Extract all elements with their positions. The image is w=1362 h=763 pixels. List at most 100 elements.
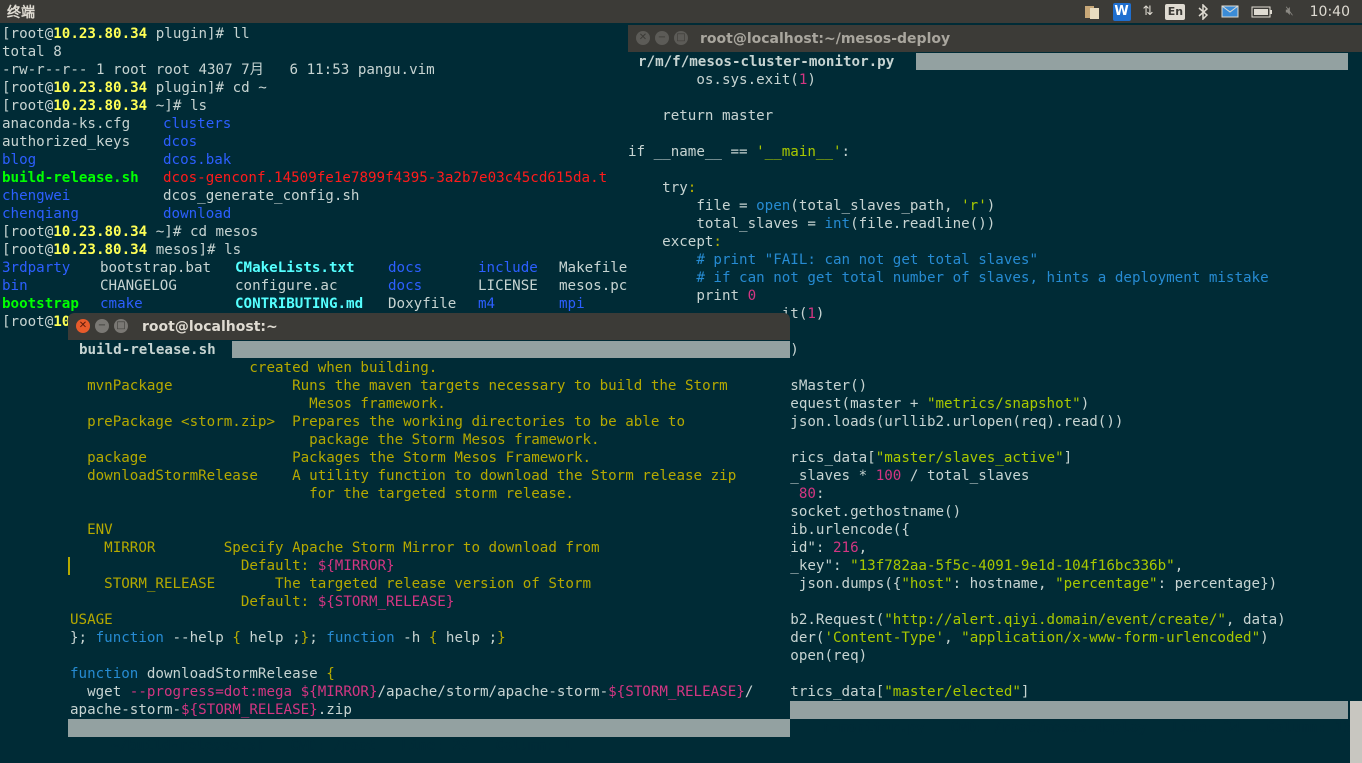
bluetooth-icon[interactable] (1197, 3, 1209, 20)
prompt: plugin]# (147, 80, 233, 96)
file-entry: CHANGELOG (100, 278, 177, 294)
code-line: wget --progress=dot:mega ${MIRROR}/apach… (70, 683, 790, 701)
code-line: downloadStormRelease A utility function … (70, 467, 790, 485)
minimize-button[interactable]: − (95, 319, 109, 333)
code-token: downloadStormRelease (138, 666, 327, 682)
code-editor[interactable]: created when building. mvnPackage Runs t… (70, 359, 790, 737)
terminal-line: -rw-r--r-- 1 root root 4307 7月 6 11:53 p… (2, 61, 435, 79)
code-token: ENV (70, 522, 113, 538)
terminal-line: authorized_keys dcos (2, 133, 197, 151)
close-button[interactable]: ✕ (636, 31, 650, 45)
code-token: "metrics/snapshot" (926, 396, 1081, 412)
code-token: , (944, 630, 962, 646)
battery-icon[interactable] (1251, 6, 1273, 18)
code-token: 216 (833, 540, 859, 556)
editor-tabbar: r/m/f/mesos-cluster-monitor.py (628, 53, 1362, 71)
code-line: except: (628, 233, 1362, 251)
code-token: : percentage}) (1157, 576, 1278, 592)
code-token: help ; (240, 630, 301, 646)
code-token: , (1174, 558, 1184, 574)
code-token: USAGE (70, 612, 113, 628)
code-token: } (300, 630, 310, 646)
volume-muted-icon[interactable]: 🔇︎ (1285, 4, 1293, 19)
code-line: ENV (70, 521, 790, 539)
code-line: if __name__ == '__main__': (628, 143, 1362, 161)
root-window-titlebar[interactable]: ✕ − □ root@localhost:~ (68, 313, 790, 340)
code-token: The targeted release version of Storm (275, 576, 592, 592)
code-token: : (815, 486, 825, 502)
prompt-host: 10.23.80.34 (53, 80, 148, 96)
code-token: Prepares the working directories to be a… (292, 414, 686, 430)
code-token: 0 (747, 288, 757, 304)
file-entry: bootstrap (2, 296, 79, 312)
mail-icon[interactable] (1221, 5, 1239, 18)
maximize-button[interactable]: □ (114, 319, 128, 333)
file-entry: mpi (559, 296, 585, 312)
code-line: function downloadStormRelease { (70, 665, 790, 683)
file-tab[interactable]: build-release.sh (79, 341, 216, 359)
code-token: { (232, 630, 241, 646)
code-line: try: (628, 179, 1362, 197)
code-token: return master (628, 108, 774, 124)
terminal-line: build-release.sh dcos-genconf.14509fe1e78… (2, 169, 607, 187)
code-line: apache-storm-${STORM_RELEASE}.zip (70, 701, 790, 719)
code-token: 100 (875, 468, 902, 484)
editor-statusbar: r-monitor.py CWD: /root/mesos-deploy Lin… (788, 701, 1352, 736)
code-line: # print "FAIL: can not get total slaves" (628, 251, 1362, 269)
maximize-button[interactable]: □ (674, 31, 688, 45)
file-tab[interactable]: r/m/f/mesos-cluster-monitor.py (638, 53, 894, 71)
code-token: ] (1020, 684, 1030, 700)
code-token: STORM_RELEASE (70, 576, 275, 592)
terminal-line: total 8 (2, 43, 62, 61)
code-token: (total_slaves_path, (790, 198, 962, 214)
command: cd ~ (232, 80, 267, 96)
top-panel: 终端 W ⇅ En 🔇︎ 10:40 (0, 0, 1362, 23)
close-button[interactable]: ✕ (76, 319, 90, 333)
code-token: "host" (901, 576, 953, 592)
keyboard-en-icon[interactable]: En (1165, 3, 1186, 20)
code-line: created when building. (70, 359, 790, 377)
file-entry: cmake (100, 296, 143, 312)
code-line: mvnPackage Runs the maven targets necess… (70, 377, 790, 395)
status-text: ~/build-release.sh CWD: /root Line: 29 C… (102, 738, 572, 754)
mesos-window-titlebar[interactable]: ✕ − □ root@localhost:~/mesos-deploy (628, 25, 1362, 52)
command: ll (232, 26, 250, 42)
code-token: 'r' (961, 198, 987, 214)
network-transfer-icon[interactable]: ⇅ (1143, 4, 1154, 19)
code-token: open (756, 198, 791, 214)
scrollbar[interactable] (1350, 701, 1362, 763)
code-token: created when building. (70, 360, 438, 376)
code-token: Specify Apache Storm Mirror to download … (223, 540, 600, 556)
code-token: : (687, 180, 697, 196)
clock[interactable]: 10:40 (1310, 4, 1350, 20)
code-token: prePackage <storm.zip> (70, 414, 293, 430)
code-token: .zip (317, 702, 352, 718)
code-line: package the Storm Mesos framework. (70, 431, 790, 449)
code-line: STORM_RELEASE The targeted release versi… (70, 575, 790, 593)
prompt-host: 10.23.80.34 (53, 98, 148, 114)
code-token: : (841, 144, 851, 160)
code-token: wget (70, 684, 130, 700)
code-token: 1 (807, 306, 816, 322)
code-token: , data) (1225, 612, 1286, 628)
minimize-button[interactable]: − (655, 31, 669, 45)
prompt: plugin]# (147, 26, 233, 42)
code-line: MIRROR Specify Apache Storm Mirror to do… (70, 539, 790, 557)
code-token: # print "FAIL: can not get total slaves" (628, 252, 1038, 268)
file-entry: include (478, 260, 538, 276)
file-entry: docs (388, 260, 423, 276)
code-token: Default: (70, 558, 318, 574)
code-token: try (628, 180, 688, 196)
code-token: "http://alert.qiyi.domain/event/create/" (884, 612, 1226, 628)
file-entry: authorized_keys (2, 134, 131, 150)
code-line: file = open(total_slaves_path, 'r') (628, 197, 1362, 215)
file-entry: dcos.bak (163, 152, 232, 168)
terminal-line: chenqiang download (2, 205, 231, 223)
wps-writer-icon[interactable]: W (1112, 2, 1131, 21)
system-tray: W ⇅ En 🔇︎ 10:40 (1077, 0, 1362, 23)
terminal-line: [root@10.23.80.34 ~]# ls (2, 97, 207, 115)
code-line: print 0 (628, 287, 1362, 305)
root-terminal-window[interactable]: ✕ − □ root@localhost:~ build-release.sh … (68, 313, 790, 763)
file-manager-icon[interactable] (1083, 3, 1101, 21)
